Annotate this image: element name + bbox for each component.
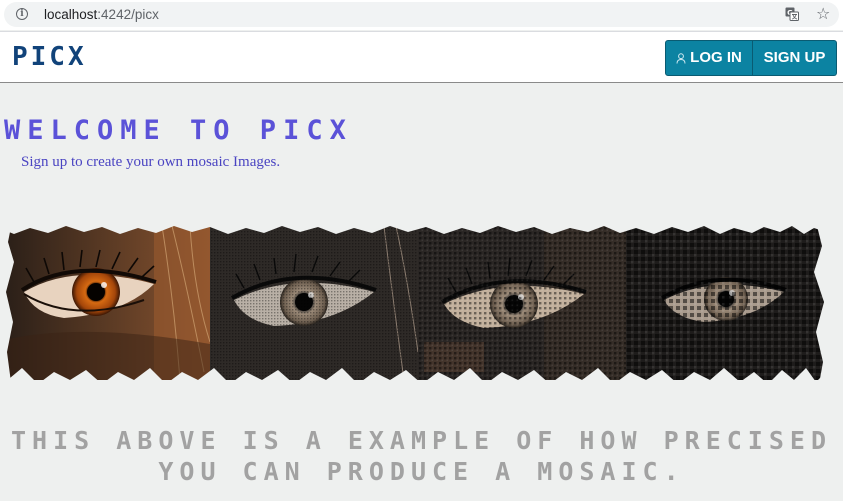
login-button[interactable]: LOG IN — [665, 40, 753, 76]
auth-button-group: LOG IN SIGN UP — [665, 40, 837, 76]
panel-original — [4, 225, 211, 381]
url-field[interactable]: i localhost:4242/picx G ☆ — [4, 2, 839, 27]
info-icon[interactable]: i — [16, 8, 28, 20]
panel-mosaic-medium — [418, 226, 626, 380]
translate-icon[interactable]: G — [785, 7, 799, 21]
panel-mosaic-coarse — [626, 226, 824, 380]
star-icon[interactable]: ☆ — [816, 5, 830, 23]
caption-line-1: THIS ABOVE IS A EXAMPLE OF HOW PRECISED — [11, 426, 832, 455]
page-subtitle: Sign up to create your own mosaic Images… — [21, 154, 281, 170]
login-label: LOG IN — [690, 49, 742, 66]
mosaic-example-image — [4, 222, 826, 390]
page-title: WELCOME TO PICX — [4, 115, 353, 146]
user-icon — [676, 52, 686, 64]
signup-button[interactable]: SIGN UP — [753, 40, 837, 76]
caption-line-2: YOU CAN PRODUCE A MOSAIC. — [158, 457, 685, 486]
url-host: localhost — [44, 7, 98, 22]
example-caption: THIS ABOVE IS A EXAMPLE OF HOW PRECISED Y… — [0, 425, 843, 487]
url-path: :4242/picx — [97, 7, 159, 22]
brand-logo[interactable]: PICX — [12, 43, 87, 71]
browser-address-bar: i localhost:4242/picx G ☆ — [0, 0, 843, 30]
signup-label: SIGN UP — [763, 49, 826, 66]
panel-mosaic-fine — [210, 225, 419, 381]
navbar: PICX LOG IN SIGN UP — [0, 31, 843, 83]
url-text[interactable]: localhost:4242/picx — [44, 6, 159, 23]
